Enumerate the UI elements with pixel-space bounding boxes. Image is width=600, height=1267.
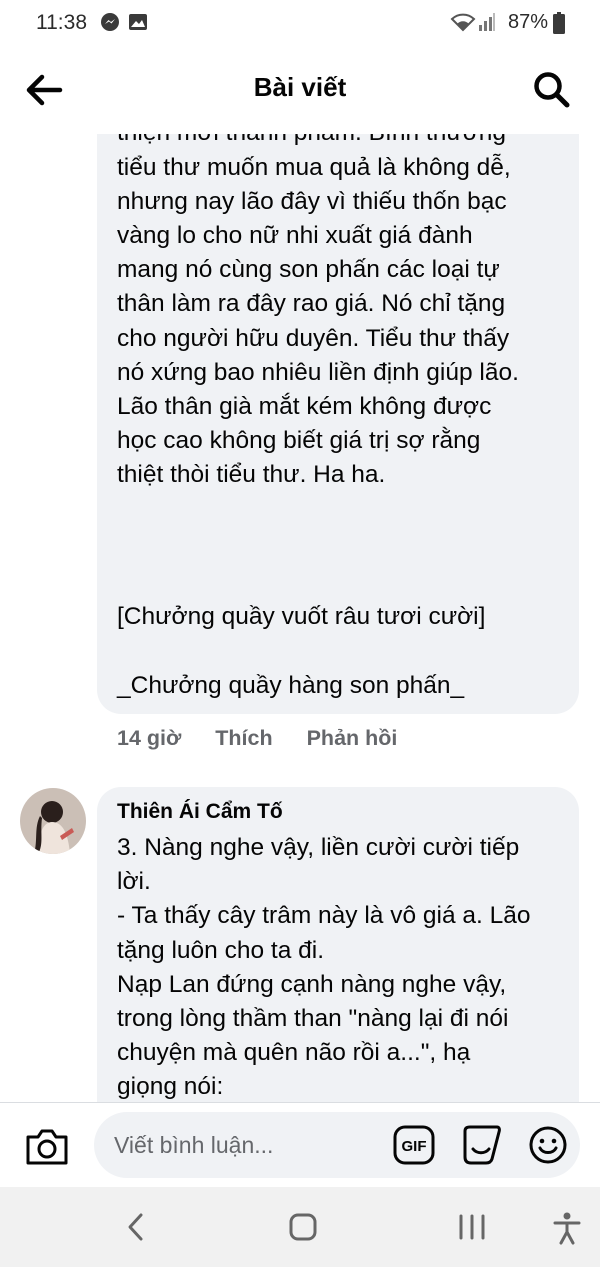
image-icon: [128, 12, 148, 37]
recents-icon: [459, 1214, 485, 1240]
gif-button[interactable]: GIF: [392, 1123, 436, 1167]
camera-icon: [26, 1129, 68, 1165]
comment-text: 3. Nàng nghe vậy, liền cười cười tiếp lờ…: [117, 834, 531, 1101]
system-home-button[interactable]: [288, 1211, 318, 1248]
home-icon: [289, 1213, 317, 1241]
signal-icon: [478, 12, 496, 37]
comment-time: 14 giờ: [117, 726, 182, 750]
gif-icon: GIF: [393, 1125, 435, 1165]
wifi-icon: [450, 12, 476, 37]
page-title: Bài viết: [253, 72, 347, 102]
camera-button[interactable]: [24, 1125, 70, 1167]
reply-button[interactable]: Phản hồi: [307, 726, 398, 750]
comment-meta: 14 giờ Thích Phản hồi: [117, 726, 425, 751]
app-header: Bài viết: [0, 44, 600, 134]
search-button[interactable]: [530, 68, 574, 112]
messenger-icon: [100, 12, 120, 37]
comment-signature: _Chưởng quầy hàng son phấn_: [117, 672, 465, 699]
battery-percentage: 87%: [508, 11, 549, 33]
status-time: 11:38: [36, 11, 87, 34]
svg-text:GIF: GIF: [402, 1138, 427, 1155]
like-button[interactable]: Thích: [215, 726, 272, 750]
emoji-icon: [529, 1126, 567, 1164]
status-bar: 11:38 87%: [0, 0, 600, 44]
battery-icon: [553, 12, 565, 39]
comment-action-line: [Chưởng quầy vuốt râu tươi cười]: [117, 603, 486, 630]
sticker-icon: [463, 1125, 501, 1165]
avatar[interactable]: [20, 788, 86, 854]
comment-author[interactable]: Thiên Ái Cẩm Tố: [117, 800, 283, 824]
comment-text: khắc mời vẽ vị nổi tiếng nhất vùng Vân N…: [117, 134, 519, 489]
comment-input[interactable]: [94, 1112, 580, 1178]
system-nav-bar: [0, 1187, 600, 1267]
comment-composer: GIF: [0, 1102, 600, 1188]
emoji-button[interactable]: [526, 1123, 570, 1167]
comments-list[interactable]: khắc mời vẽ vị nổi tiếng nhất vùng Vân N…: [0, 134, 600, 1102]
system-recents-button[interactable]: [456, 1211, 488, 1248]
search-icon: [534, 72, 570, 108]
sticker-button[interactable]: [459, 1123, 503, 1167]
accessibility-icon: [553, 1212, 581, 1245]
back-icon: [128, 1213, 143, 1241]
accessibility-button[interactable]: [552, 1211, 582, 1250]
system-back-button[interactable]: [124, 1211, 148, 1248]
